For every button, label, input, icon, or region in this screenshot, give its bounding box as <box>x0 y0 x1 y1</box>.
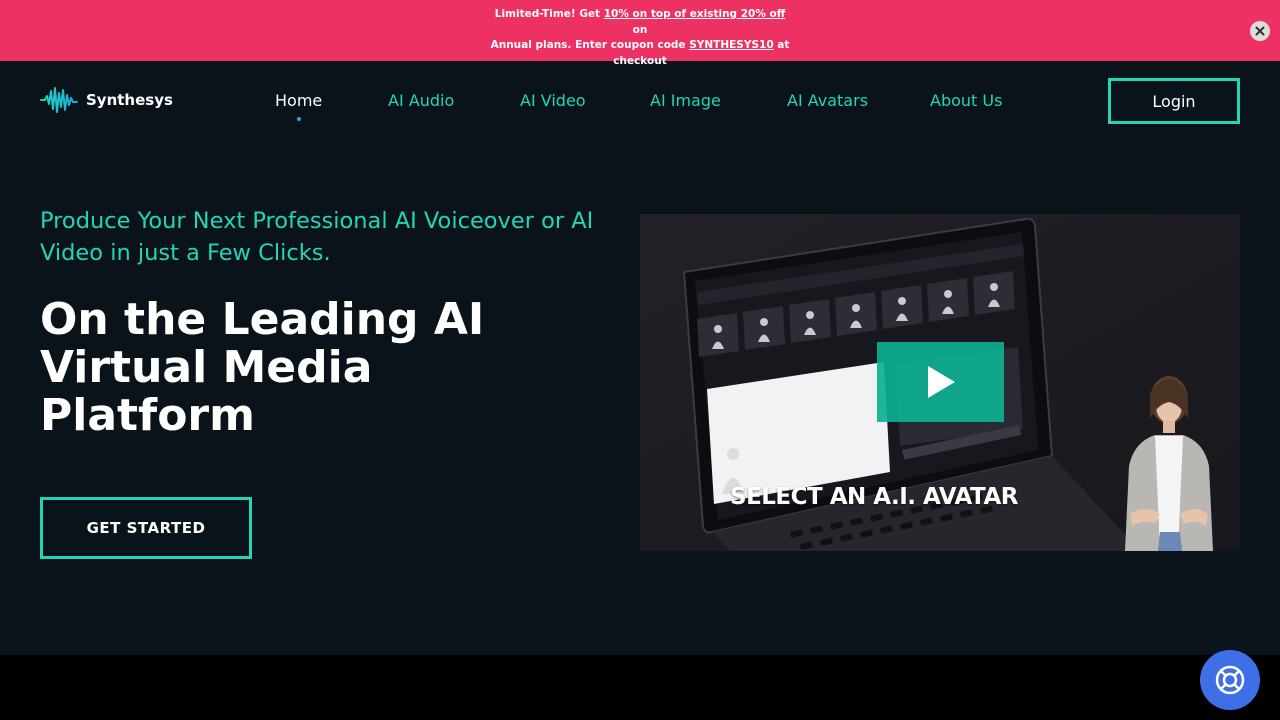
promo-coupon-code[interactable]: SYNTHESYS10 <box>689 39 773 51</box>
brand-name: Synthesys <box>86 91 173 109</box>
hero-title: On the Leading AI Virtual Media Platform <box>40 294 485 441</box>
promo-line-1-suffix: on <box>632 23 648 36</box>
promo-line-1: Limited-Time! Get 10% on top of existing… <box>490 7 790 38</box>
nav-ai-image[interactable]: AI Image <box>650 91 721 110</box>
video-caption: SELECT AN A.I. AVATAR <box>730 484 1018 510</box>
promo-offer-link[interactable]: 10% on top of existing 20% off <box>604 8 786 20</box>
help-widget-button[interactable] <box>1200 650 1260 710</box>
promo-video[interactable]: SELECT AN A.I. AVATAR <box>640 214 1240 551</box>
get-started-button[interactable]: GET STARTED <box>40 497 252 559</box>
nav-ai-avatars[interactable]: AI Avatars <box>787 91 868 110</box>
active-nav-indicator <box>297 117 301 121</box>
next-section <box>0 655 1280 720</box>
nav-about-us[interactable]: About Us <box>930 91 1002 110</box>
nav-home[interactable]: Home <box>275 91 322 110</box>
login-button[interactable]: Login <box>1108 78 1240 124</box>
promo-text: Limited-Time! Get 10% on top of existing… <box>490 7 790 69</box>
promo-line-2: Annual plans. Enter coupon code SYNTHESY… <box>490 38 790 54</box>
brand-logo[interactable]: Synthesys <box>40 85 173 115</box>
close-banner-button[interactable] <box>1250 21 1270 41</box>
play-button[interactable] <box>877 342 1004 422</box>
hero-subtitle: Produce Your Next Professional AI Voiceo… <box>40 208 594 266</box>
site-header: Synthesys Home AI Audio AI Video AI Imag… <box>0 61 1280 141</box>
promo-line-2-prefix: Annual plans. Enter coupon code <box>490 39 690 51</box>
play-icon <box>927 366 955 398</box>
promo-banner: Limited-Time! Get 10% on top of existing… <box>0 0 1280 67</box>
soundwave-logo-icon <box>40 87 78 113</box>
close-icon <box>1255 26 1265 36</box>
nav-ai-video[interactable]: AI Video <box>520 91 586 110</box>
promo-line-2-suffix: at <box>773 39 790 51</box>
nav-ai-audio[interactable]: AI Audio <box>388 91 454 110</box>
lifebuoy-icon <box>1215 665 1245 695</box>
promo-line-1-prefix: Limited-Time! Get <box>494 8 604 20</box>
